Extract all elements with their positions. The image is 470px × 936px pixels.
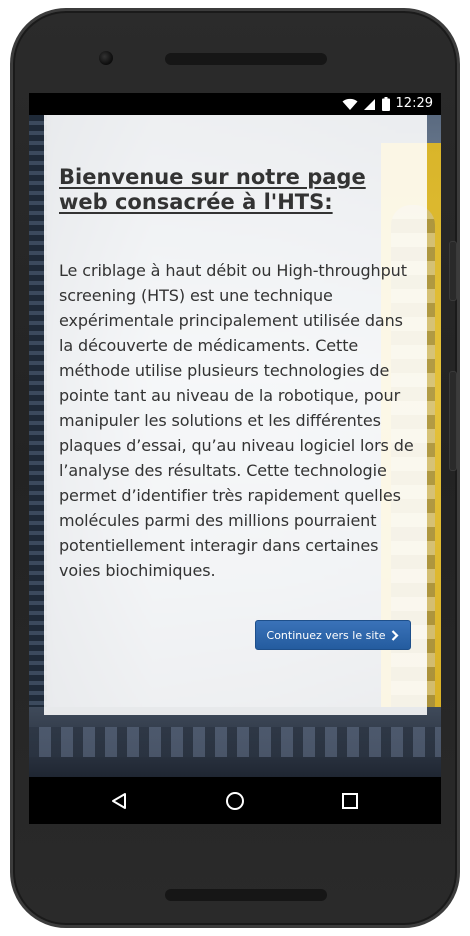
cell-signal-icon bbox=[363, 98, 376, 111]
earpiece-speaker bbox=[165, 53, 327, 65]
battery-icon bbox=[381, 97, 390, 111]
continue-button-label: Continuez vers le site bbox=[266, 628, 386, 642]
volume-button bbox=[449, 241, 457, 301]
chevron-right-icon bbox=[391, 629, 400, 641]
device-screen: 12:29 Bienvenue sur notre page web consa… bbox=[29, 93, 441, 824]
status-bar: 12:29 bbox=[29, 93, 441, 115]
webview[interactable]: Bienvenue sur notre page web consacrée à… bbox=[29, 115, 441, 777]
status-time: 12:29 bbox=[395, 96, 433, 111]
recents-icon[interactable] bbox=[338, 789, 362, 813]
power-button bbox=[449, 371, 457, 471]
continue-button[interactable]: Continuez vers le site bbox=[255, 620, 411, 650]
front-camera bbox=[99, 51, 113, 65]
navigation-bar bbox=[29, 777, 441, 824]
welcome-card: Bienvenue sur notre page web consacrée à… bbox=[44, 115, 427, 715]
back-icon[interactable] bbox=[107, 789, 131, 813]
home-icon[interactable] bbox=[223, 789, 247, 813]
intro-text: Le criblage à haut débit ou High-through… bbox=[59, 261, 414, 580]
bottom-speaker bbox=[165, 889, 327, 901]
background-lab-equipment bbox=[29, 707, 441, 777]
page-title: Bienvenue sur notre page web consacrée à… bbox=[59, 165, 366, 214]
wifi-icon bbox=[342, 98, 358, 111]
